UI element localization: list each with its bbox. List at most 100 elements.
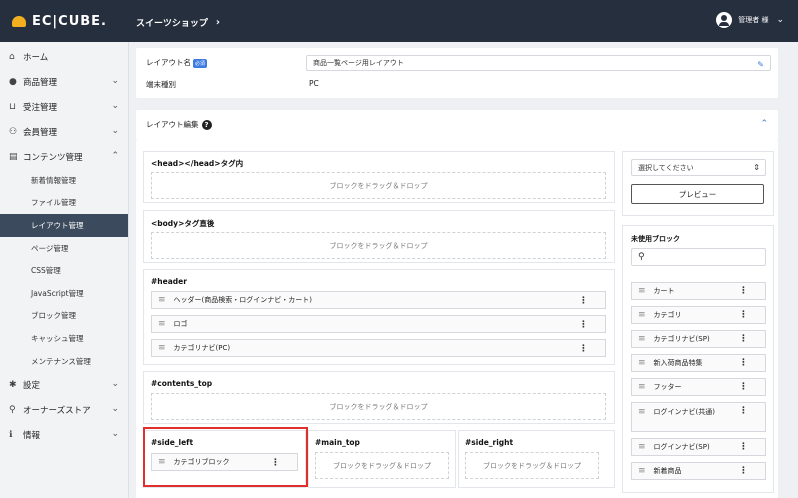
sidebar-item-owners-store[interactable]: ⚲ オーナーズストア ⌄ <box>0 397 128 422</box>
layout-name-label: レイアウト名 必須 <box>146 57 208 68</box>
drag-handle-icon: ≡ <box>638 334 646 344</box>
sidebar: ⌂ ホーム ● 商品管理 ⌄ ⊔ 受注管理 ⌄ ⚇ 会員管理 ⌄ ▤ コンテンツ管理 ⌃ 新着情報… <box>0 42 129 498</box>
sidebar-item-contents[interactable]: ▤ コンテンツ管理 ⌃ <box>0 144 128 169</box>
drop-area[interactable]: ブロックをドラッグ＆ドロップ <box>465 452 599 479</box>
kebab-menu-icon[interactable]: ⋮ <box>739 286 748 296</box>
sidebar-subitem-css[interactable]: CSS管理 <box>0 259 128 282</box>
unused-block-item[interactable]: ≡ ログインナビ(共通) ⋮ <box>631 402 766 432</box>
pencil-icon: ✎ <box>757 60 764 69</box>
kebab-menu-icon[interactable]: ⋮ <box>579 344 588 354</box>
unused-block-item[interactable]: ≡ カテゴリナビ(SP) ⋮ <box>631 330 766 348</box>
kebab-menu-icon[interactable]: ⋮ <box>739 382 748 392</box>
layout-info-card: レイアウト名 必須 端末種別 商品一覧ページ用レイアウト ✎ PC <box>136 48 778 98</box>
sidebar-subitem-maintenance[interactable]: メンテナンス管理 <box>0 350 128 373</box>
user-name: 管理者 様 <box>738 16 769 24</box>
chevron-down-icon: ⌄ <box>111 379 119 390</box>
user-menu[interactable]: 管理者 様 ⌄ <box>716 12 784 28</box>
sidebar-item-label: コンテンツ管理 <box>23 152 83 163</box>
preview-button[interactable]: プレビュー <box>631 184 764 204</box>
sidebar-subitem-blocks[interactable]: ブロック管理 <box>0 305 128 328</box>
block-label: カテゴリナビ(SP) <box>653 335 710 343</box>
zone-side-right-title: #side_right <box>465 438 514 447</box>
unused-block-item[interactable]: ≡ ログインナビ(SP) ⋮ <box>631 438 766 456</box>
sidebar-item-info[interactable]: ℹ 情報 ⌄ <box>0 422 128 447</box>
layout-preview-select[interactable]: 選択してください ⇕ <box>631 159 766 176</box>
kebab-menu-icon[interactable]: ⋮ <box>739 310 748 320</box>
drag-handle-icon: ≡ <box>638 358 646 368</box>
kebab-menu-icon[interactable]: ⋮ <box>739 466 748 476</box>
block-item[interactable]: ≡ カテゴリナビ(PC) ⋮ <box>151 339 606 357</box>
chevron-down-icon: ⌄ <box>111 126 119 136</box>
kebab-menu-icon[interactable]: ⋮ <box>739 406 748 416</box>
device-type-label: 端末種別 <box>146 80 176 89</box>
block-label: ヘッダー(商品検索・ログインナビ・カート) <box>173 296 313 304</box>
sidebar-item-settings[interactable]: ✱ 設定 ⌄ <box>0 372 128 397</box>
drag-handle-icon: ≡ <box>158 319 166 329</box>
document-icon: ▤ <box>9 151 18 162</box>
sidebar-subitem-cache[interactable]: キャッシュ管理 <box>0 327 128 350</box>
ec-cube-logo[interactable]: EC|CUBE. <box>12 13 107 29</box>
unused-search-input[interactable]: ⚲ <box>631 248 766 266</box>
info-icon: ℹ <box>9 429 13 440</box>
sidebar-item-products[interactable]: ● 商品管理 ⌄ <box>0 69 128 94</box>
chevron-down-icon: ⌄ <box>111 429 119 440</box>
chevron-down-icon: ⌄ <box>111 101 119 111</box>
users-icon: ⚇ <box>9 126 18 137</box>
sidebar-item-label: 会員管理 <box>23 127 58 138</box>
tag-icon: ● <box>9 76 17 87</box>
drop-area[interactable]: ブロックをドラッグ＆ドロップ <box>315 452 449 479</box>
block-label: フッター <box>653 383 682 391</box>
layout-edit-title-text: レイアウト編集 <box>146 120 199 129</box>
sidebar-subitem-news[interactable]: 新着情報管理 <box>0 169 128 192</box>
logo-icon <box>12 15 26 27</box>
chevron-down-icon: ⌄ <box>776 15 784 25</box>
sidebar-subitem-pages[interactable]: ページ管理 <box>0 237 128 260</box>
unused-block-item[interactable]: ≡ 新着商品 ⋮ <box>631 462 766 480</box>
block-label: ログインナビ(SP) <box>653 443 710 451</box>
sidebar-subitem-javascript[interactable]: JavaScript管理 <box>0 282 128 305</box>
unused-block-item[interactable]: ≡ フッター ⋮ <box>631 378 766 396</box>
kebab-menu-icon[interactable]: ⋮ <box>579 296 588 306</box>
unused-block-item[interactable]: ≡ 新入荷商品特集 ⋮ <box>631 354 766 372</box>
kebab-menu-icon[interactable]: ⋮ <box>739 334 748 344</box>
drag-handle-icon: ≡ <box>638 466 646 476</box>
zone-header-title: #header <box>151 277 187 286</box>
chevron-down-icon: ⌄ <box>111 404 119 415</box>
search-icon: ⚲ <box>638 252 645 262</box>
block-label: カート <box>653 287 675 295</box>
home-icon: ⌂ <box>9 51 15 62</box>
kebab-menu-icon[interactable]: ⋮ <box>739 358 748 368</box>
collapse-chevron-up-icon[interactable]: ⌃ <box>760 119 768 129</box>
help-icon[interactable]: ? <box>201 119 212 130</box>
top-bar: EC|CUBE. スイーツショップ › 管理者 様 ⌄ <box>0 0 798 42</box>
sidebar-item-label: 受注管理 <box>23 102 58 113</box>
unused-block-item[interactable]: ≡ カテゴリ ⋮ <box>631 306 766 324</box>
sidebar-item-label: 設定 <box>23 380 41 391</box>
layout-edit-title: レイアウト編集 ? <box>146 119 212 130</box>
kebab-menu-icon[interactable]: ⋮ <box>579 320 588 330</box>
unused-block-item[interactable]: ≡ カート ⋮ <box>631 282 766 300</box>
shop-link[interactable]: スイーツショップ › <box>136 16 220 29</box>
drag-handle-icon: ≡ <box>638 382 646 392</box>
drop-area[interactable]: ブロックをドラッグ＆ドロップ <box>151 172 606 199</box>
sidebar-item-orders[interactable]: ⊔ 受注管理 ⌄ <box>0 94 128 119</box>
drop-area[interactable]: ブロックをドラッグ＆ドロップ <box>151 232 606 259</box>
block-item[interactable]: ≡ ヘッダー(商品検索・ログインナビ・カート) ⋮ <box>151 291 606 309</box>
drag-handle-icon: ≡ <box>638 442 646 452</box>
block-item[interactable]: ≡ ロゴ ⋮ <box>151 315 606 333</box>
zone-contents-top-title: #contents_top <box>151 379 213 388</box>
shop-name: スイーツショップ <box>136 19 208 29</box>
device-type-value: PC <box>309 79 319 88</box>
plug-icon: ⚲ <box>9 404 16 415</box>
sidebar-subitem-files[interactable]: ファイル管理 <box>0 192 128 215</box>
drag-handle-icon: ≡ <box>638 310 646 320</box>
layout-name-value: 商品一覧ページ用レイアウト <box>313 59 404 67</box>
drop-area[interactable]: ブロックをドラッグ＆ドロップ <box>151 393 606 420</box>
sidebar-item-home[interactable]: ⌂ ホーム <box>0 44 128 69</box>
kebab-menu-icon[interactable]: ⋮ <box>739 442 748 452</box>
layout-name-input[interactable]: 商品一覧ページ用レイアウト ✎ <box>306 55 771 71</box>
block-label: 新入荷商品特集 <box>653 359 703 367</box>
sidebar-item-customers[interactable]: ⚇ 会員管理 ⌄ <box>0 119 128 144</box>
unused-blocks-title: 未使用ブロック <box>631 235 680 243</box>
sidebar-subitem-layout[interactable]: レイアウト管理 <box>0 214 128 237</box>
